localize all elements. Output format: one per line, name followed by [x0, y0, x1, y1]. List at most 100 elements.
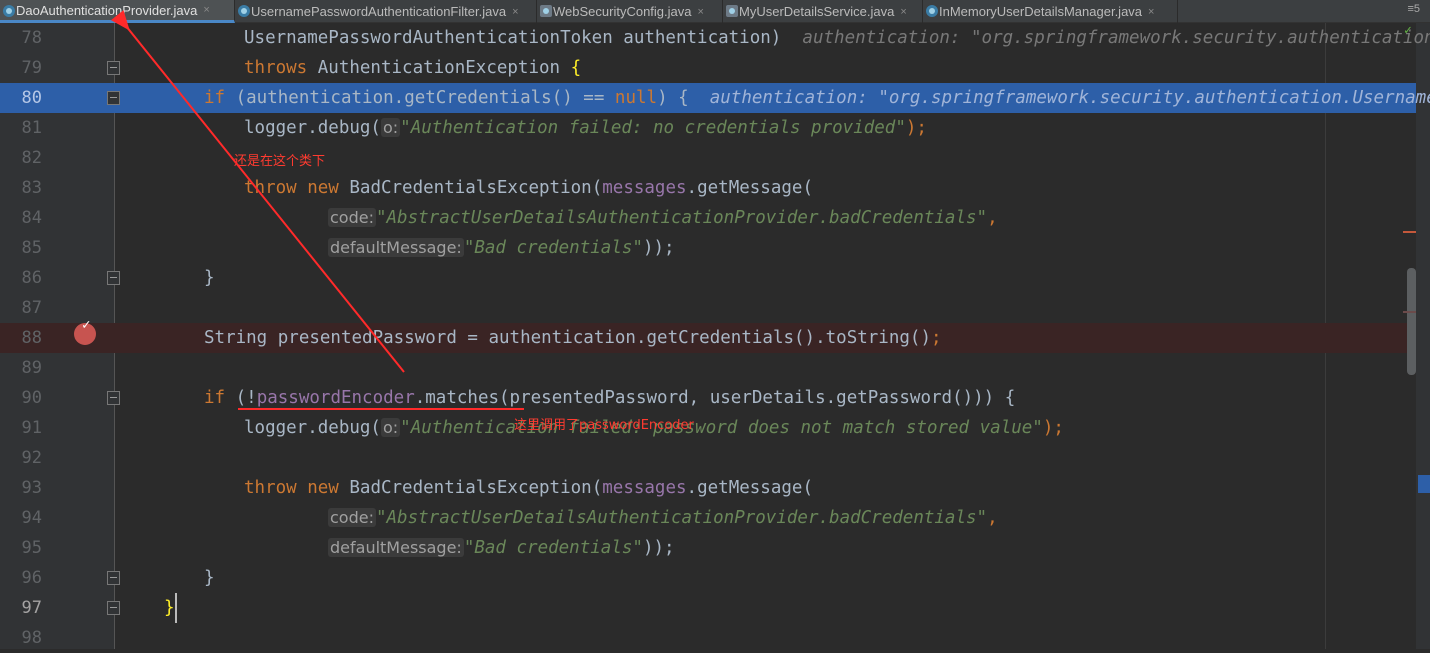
fold-icon[interactable]	[107, 601, 120, 615]
code-line-85[interactable]: 85 defaultMessage: "Bad credentials"));	[0, 233, 1416, 263]
close-icon[interactable]: ×	[698, 6, 704, 18]
code-line-95[interactable]: 95 defaultMessage: "Bad credentials"));	[0, 533, 1416, 563]
code-text: defaultMessage: "Bad credentials"));	[328, 238, 675, 258]
line-number: 92	[21, 448, 42, 468]
code-text: if (authentication.getCredentials() == n…	[204, 83, 1430, 113]
line-number: 91	[21, 418, 42, 438]
parameter-hint: defaultMessage:	[328, 538, 464, 557]
code-editor[interactable]: 78 UsernamePasswordAuthenticationToken a…	[0, 23, 1430, 649]
warning-stripe-marker[interactable]	[1403, 231, 1416, 233]
code-line-79[interactable]: 79 throws AuthenticationException {	[0, 53, 1416, 83]
code-line-94[interactable]: 94 code: "AbstractUserDetailsAuthenticati…	[0, 503, 1416, 533]
close-icon[interactable]: ×	[900, 6, 906, 18]
line-number: 95	[21, 538, 42, 558]
java-file-icon	[540, 5, 552, 17]
code-line-80-execution-point[interactable]: 80 if (authentication.getCredentials() =…	[0, 83, 1430, 113]
editor-tab-bar: DaoAuthenticationProvider.java × Usernam…	[0, 0, 1430, 23]
line-number: 82	[21, 148, 42, 168]
line-number: 85	[21, 238, 42, 258]
code-line-78[interactable]: 78 UsernamePasswordAuthenticationToken a…	[0, 23, 1430, 53]
tab-web-security-config[interactable]: WebSecurityConfig.java ×	[537, 0, 723, 23]
code-text: String presentedPassword = authenticatio…	[204, 328, 942, 348]
code-line-81[interactable]: 81 logger.debug(o: "Authentication failed…	[0, 113, 1416, 143]
line-number: 86	[21, 268, 42, 288]
line-number: 84	[21, 208, 42, 228]
code-text: }	[204, 268, 215, 288]
line-number: 90	[21, 388, 42, 408]
code-line-96[interactable]: 96 }	[0, 563, 1416, 593]
code-text: throws AuthenticationException {	[244, 58, 582, 78]
java-class-icon	[238, 5, 250, 17]
tab-dao-authentication-provider[interactable]: DaoAuthenticationProvider.java ×	[0, 0, 235, 23]
close-icon[interactable]: ×	[203, 4, 209, 16]
code-line-87[interactable]: 87	[0, 293, 1416, 323]
code-line-91[interactable]: 91 logger.debug(o: "Authentication failed…	[0, 413, 1416, 443]
line-number: 78	[21, 28, 42, 48]
tab-username-password-authentication-filter[interactable]: UsernamePasswordAuthenticationFilter.jav…	[235, 0, 537, 23]
tab-label: InMemoryUserDetailsManager.java	[939, 4, 1143, 19]
fold-icon[interactable]	[107, 61, 120, 75]
tab-label: MyUserDetailsService.java	[739, 4, 895, 19]
line-number: 93	[21, 478, 42, 498]
tab-in-memory-user-details-manager[interactable]: InMemoryUserDetailsManager.java ×	[923, 0, 1178, 23]
line-number: 81	[21, 118, 42, 138]
code-text: logger.debug(o: "Authentication failed: n…	[244, 118, 927, 138]
fold-icon[interactable]	[107, 271, 120, 285]
parameter-hint: defaultMessage:	[328, 238, 464, 257]
code-line-92[interactable]: 92	[0, 443, 1416, 473]
parameter-hint: o:	[380, 118, 401, 137]
code-text: }	[164, 593, 177, 623]
code-line-84[interactable]: 84 code: "AbstractUserDetailsAuthenticati…	[0, 203, 1416, 233]
tab-label: DaoAuthenticationProvider.java	[16, 2, 198, 18]
tab-label: WebSecurityConfig.java	[553, 4, 692, 19]
code-line-88-breakpoint[interactable]: 88 ✓ String presentedPassword = authenti…	[0, 317, 1416, 353]
code-text: throw new BadCredentialsException(messag…	[244, 478, 813, 498]
annotation-class-note: 还是在这个类下	[234, 154, 326, 169]
code-text: throw new BadCredentialsException(messag…	[244, 178, 813, 198]
fold-icon[interactable]	[107, 91, 120, 105]
line-number: 97	[21, 598, 42, 618]
code-line-89[interactable]: 89	[0, 353, 1416, 383]
breakpoint-verified-check-icon: ✓	[82, 317, 91, 333]
code-text: code: "AbstractUserDetailsAuthenticationP…	[328, 508, 998, 528]
inspection-ok-icon[interactable]: ✓	[1404, 23, 1412, 38]
code-text: defaultMessage: "Bad credentials"));	[328, 538, 675, 558]
annotation-encoder-note: 这里调用了passwordEncoder	[514, 418, 694, 433]
inline-debug-value: authentication: "org.springframework.sec…	[802, 28, 1430, 48]
line-number: 80	[21, 88, 42, 108]
code-line-90[interactable]: 90 if (!passwordEncoder.matches(presente…	[0, 383, 1416, 413]
fold-icon[interactable]	[107, 571, 120, 585]
tab-list-menu-icon[interactable]: ≡5	[1407, 3, 1420, 15]
line-number: 94	[21, 508, 42, 528]
parameter-hint: code:	[328, 208, 376, 227]
java-class-icon	[3, 5, 15, 17]
code-line-93[interactable]: 93 throw new BadCredentialsException(mes…	[0, 473, 1416, 503]
parameter-hint: code:	[328, 508, 376, 527]
code-text: if (!passwordEncoder.matches(presentedPa…	[204, 388, 1016, 408]
error-stripe[interactable]	[1416, 23, 1430, 649]
line-number: 96	[21, 568, 42, 588]
parameter-hint: o:	[380, 418, 401, 437]
line-number: 87	[21, 298, 42, 318]
line-number: 89	[21, 358, 42, 378]
fold-icon[interactable]	[107, 391, 120, 405]
tab-label: UsernamePasswordAuthenticationFilter.jav…	[251, 4, 507, 19]
close-icon[interactable]: ×	[1148, 6, 1154, 18]
tab-my-user-details-service[interactable]: MyUserDetailsService.java ×	[723, 0, 923, 23]
vertical-scrollbar-thumb[interactable]	[1407, 268, 1416, 375]
breakpoint-stripe-marker[interactable]	[1403, 311, 1416, 313]
code-line-97[interactable]: 97 }	[0, 593, 1416, 623]
code-line-82[interactable]: 82	[0, 143, 1416, 173]
line-number: 83	[21, 178, 42, 198]
inline-debug-value: authentication: "org.springframework.sec…	[709, 88, 1430, 108]
code-text: }	[204, 568, 215, 588]
code-text: code: "AbstractUserDetailsAuthenticationP…	[328, 208, 998, 228]
java-class-icon	[926, 5, 938, 17]
code-line-83[interactable]: 83 throw new BadCredentialsException(mes…	[0, 173, 1416, 203]
code-line-86[interactable]: 86 }	[0, 263, 1416, 293]
line-number: 79	[21, 58, 42, 78]
close-icon[interactable]: ×	[512, 6, 518, 18]
line-number: 88	[21, 328, 42, 348]
java-file-icon	[726, 5, 738, 17]
execution-point-stripe-marker	[1418, 475, 1430, 493]
